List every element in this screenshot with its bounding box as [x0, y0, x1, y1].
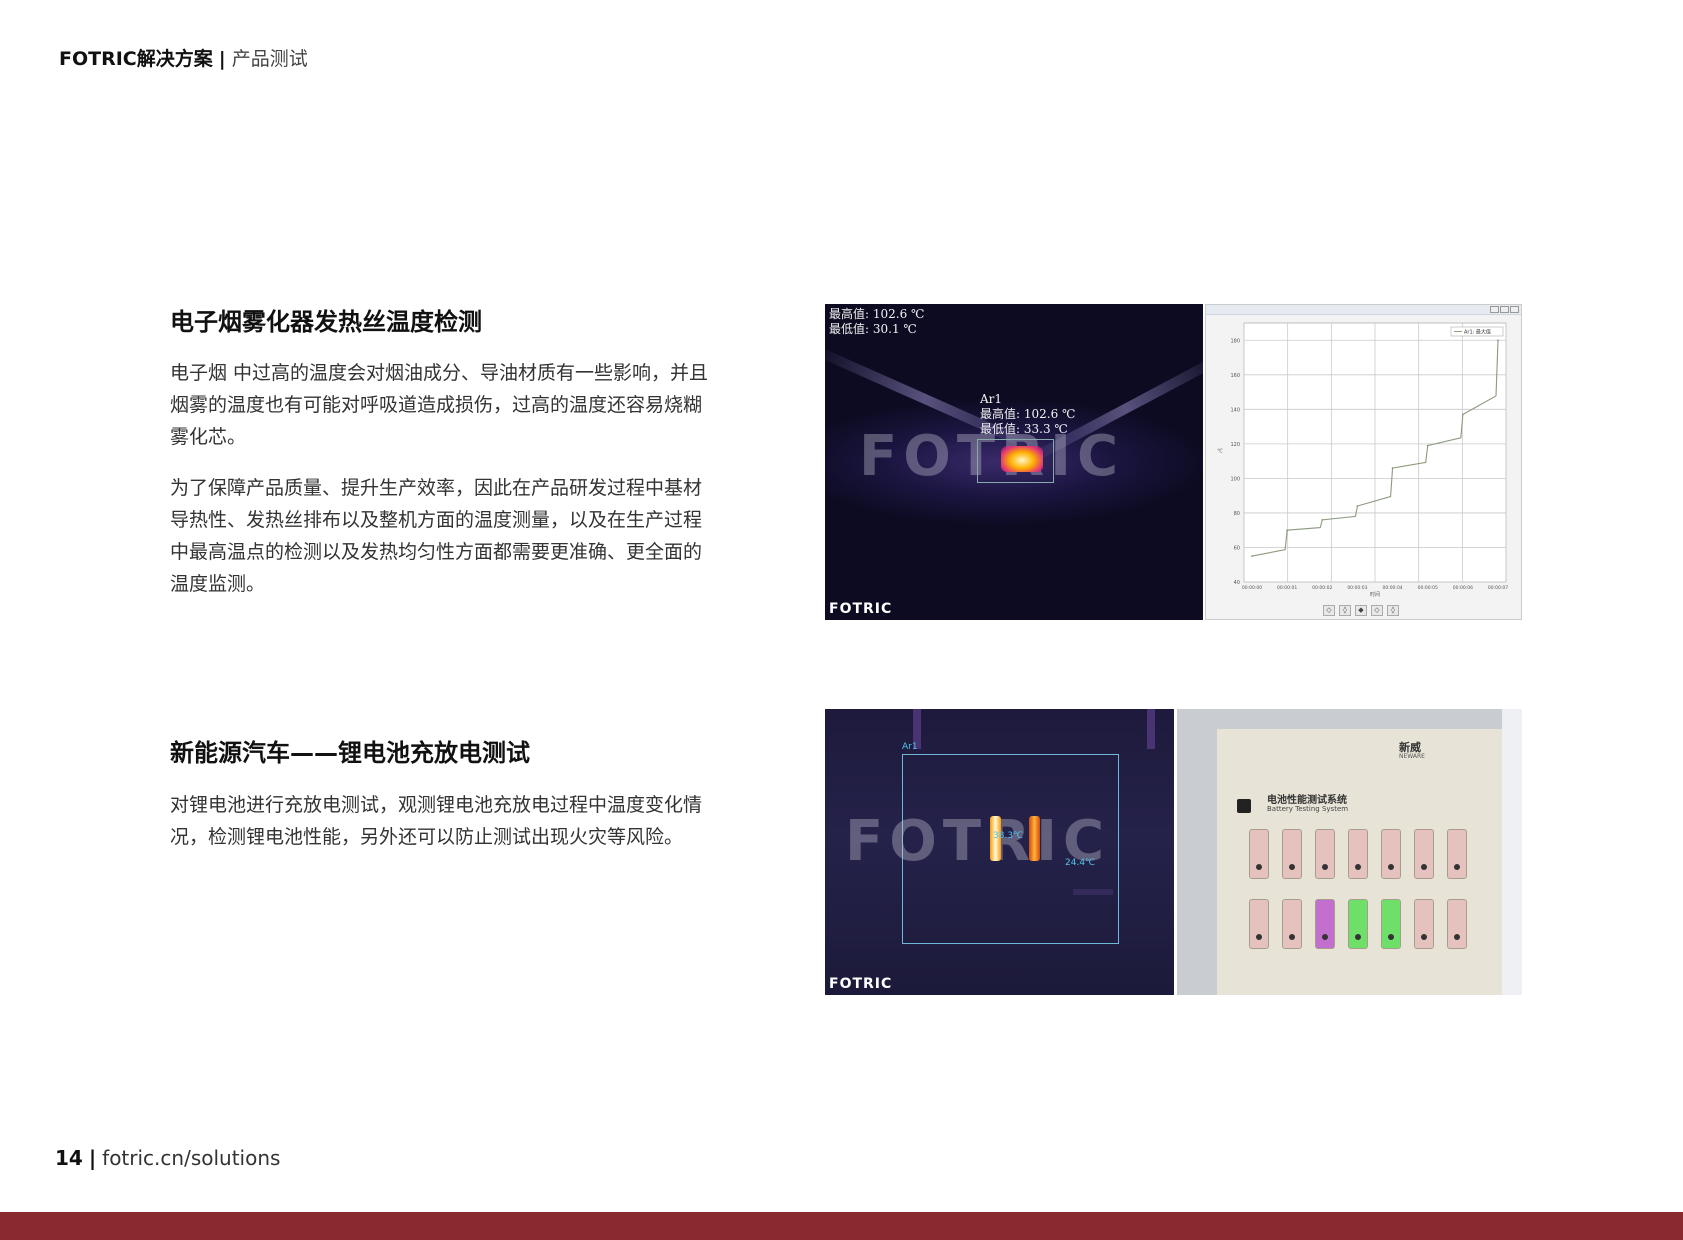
chart-next-button[interactable]: ◇	[1371, 605, 1383, 616]
battery-channel-slot	[1381, 899, 1401, 949]
chart-plot: 40 60 80 100 120 140 160 180 00:00:00 00:00:01 00:…	[1217, 322, 1508, 598]
chart-zoom-button[interactable]: ◊	[1339, 605, 1351, 616]
thermal-min-readout: 最低值: 30.1 ℃	[829, 322, 917, 336]
slot-connector	[1289, 864, 1295, 870]
x-tick-label: 00:00:07	[1488, 585, 1508, 591]
cold-point-temp: 24.4℃	[1065, 858, 1096, 868]
x-axis-label: 时间	[1370, 591, 1380, 598]
data-point	[1356, 505, 1359, 507]
y-tick-label: 180	[1230, 338, 1240, 344]
slot-connector	[1256, 864, 1262, 870]
section-battery-paragraph-1: 对锂电池进行充放电测试，观测锂电池充放电过程中温度变化情况，检测锂电池性能，另外…	[170, 794, 703, 848]
chart-prev-button[interactable]: ◇	[1323, 605, 1335, 616]
panel-title: 电池性能测试系统	[1267, 795, 1347, 806]
y-tick-label: 120	[1230, 442, 1240, 448]
power-switch	[1237, 799, 1251, 813]
fotric-logo: FOTRIC	[829, 976, 893, 992]
slot-connector	[1454, 934, 1460, 940]
footer-band	[0, 1212, 1683, 1240]
battery-channel-slot	[1381, 829, 1401, 879]
section-ecig-paragraph-1: 电子烟 中过高的温度会对烟油成分、导油材质有一些影响，并且烟雾的温度也有可能对呼…	[170, 362, 709, 448]
x-tick-label: 00:00:01	[1277, 585, 1297, 591]
footer-separator: |	[88, 1146, 97, 1170]
temperature-chart: 40 60 80 100 120 140 160 180 00:00:00 00:00:01 00:…	[1205, 304, 1522, 620]
slot-connector	[1421, 934, 1427, 940]
y-axis-label: ℃	[1217, 449, 1223, 455]
slot-connector	[1388, 864, 1394, 870]
chart-settings-button[interactable]: ◆	[1355, 605, 1367, 616]
fotric-logo: FOTRIC	[829, 601, 893, 617]
battery-channel-slot	[1348, 829, 1368, 879]
data-point	[1461, 413, 1464, 416]
y-tick-label: 40	[1234, 580, 1240, 586]
data-point	[1251, 555, 1253, 557]
footer-url[interactable]: fotric.cn/solutions	[102, 1146, 280, 1170]
data-point	[1286, 529, 1289, 532]
battery-channel-slot	[1447, 899, 1467, 949]
data-point	[1391, 467, 1394, 469]
wall	[1502, 709, 1522, 995]
slot-connector	[1454, 864, 1460, 870]
legend-label: Ar1: 最大值	[1464, 329, 1491, 336]
battery-channel-slot	[1282, 899, 1302, 949]
battery-channel-slot	[1249, 899, 1269, 949]
thermal-image-ecig: 最高值: 102.6 ℃ 最低值: 30.1 ℃ Ar1 最高值: 102.6 …	[825, 304, 1203, 620]
section-ecig-paragraph-2: 为了保障产品质量、提升生产效率，因此在产品研发过程中基材导热性、发热丝排布以及整…	[170, 477, 703, 595]
y-tick-label: 160	[1230, 373, 1240, 379]
slot-connector	[1421, 864, 1427, 870]
battery-channel-slot	[1315, 829, 1335, 879]
battery-channel-slot	[1249, 829, 1269, 879]
brand-logo-en: NEWARE	[1399, 753, 1425, 760]
data-point	[1426, 444, 1429, 447]
heat-stripe	[1147, 709, 1155, 749]
slot-connector	[1355, 934, 1361, 940]
battery-channel-slot	[1414, 899, 1434, 949]
slot-connector	[1388, 934, 1394, 940]
roi-name: Ar1	[980, 392, 1003, 406]
page-header: FOTRIC解决方案 | 产品测试	[59, 44, 308, 71]
hot-cell-temp: 38.3℃	[993, 831, 1024, 841]
battery-channel-slot	[1447, 829, 1467, 879]
slot-connector	[1289, 934, 1295, 940]
header-section: 产品测试	[231, 48, 308, 70]
chart-export-button[interactable]: ◊	[1387, 605, 1399, 616]
battery-tester-photo: 新威 NEWARE 电池性能测试系统 Battery Testing Syste…	[1177, 709, 1522, 995]
header-separator: |	[218, 48, 226, 70]
page-number: 14	[55, 1146, 83, 1170]
header-brand: FOTRIC解决方案	[59, 48, 213, 70]
page-footer: 14 | fotric.cn/solutions	[55, 1146, 280, 1170]
y-tick-label: 100	[1230, 476, 1240, 482]
roi-max-readout: 最高值: 102.6 ℃	[980, 407, 1076, 421]
y-tick-label: 140	[1230, 407, 1240, 413]
thermal-image-battery: Ar1 FOTRIC 38.3℃ 24.4℃ FOTRIC	[825, 709, 1174, 995]
warm-cell	[1029, 816, 1040, 861]
battery-channel-slot	[1315, 899, 1335, 949]
slot-connector	[1355, 864, 1361, 870]
battery-channel-slot	[1282, 829, 1302, 879]
battery-channel-slot	[1348, 899, 1368, 949]
x-tick-label: 00:00:05	[1418, 585, 1438, 591]
y-tick-label: 80	[1234, 511, 1240, 517]
slot-connector	[1256, 934, 1262, 940]
x-tick-label: 00:00:02	[1312, 585, 1332, 591]
roi-name: Ar1	[902, 742, 918, 752]
data-point	[1497, 339, 1499, 342]
x-tick-label: 00:00:06	[1453, 585, 1473, 591]
thermal-max-readout: 最高值: 102.6 ℃	[829, 307, 925, 321]
x-tick-label: 00:00:00	[1242, 585, 1262, 591]
x-tick-label: 00:00:03	[1347, 585, 1367, 591]
hotspot	[1001, 446, 1043, 472]
y-tick-label: 60	[1234, 545, 1240, 551]
section-title-battery: 新能源汽车——锂电池充放电测试	[170, 739, 530, 767]
panel-subtitle: Battery Testing System	[1267, 805, 1349, 813]
slot-connector	[1322, 864, 1328, 870]
section-title-ecig: 电子烟雾化器发热丝温度检测	[170, 308, 482, 336]
battery-channel-slot	[1414, 829, 1434, 879]
data-point	[1321, 518, 1324, 521]
x-tick-label: 00:00:04	[1382, 585, 1402, 591]
slot-connector	[1322, 934, 1328, 940]
